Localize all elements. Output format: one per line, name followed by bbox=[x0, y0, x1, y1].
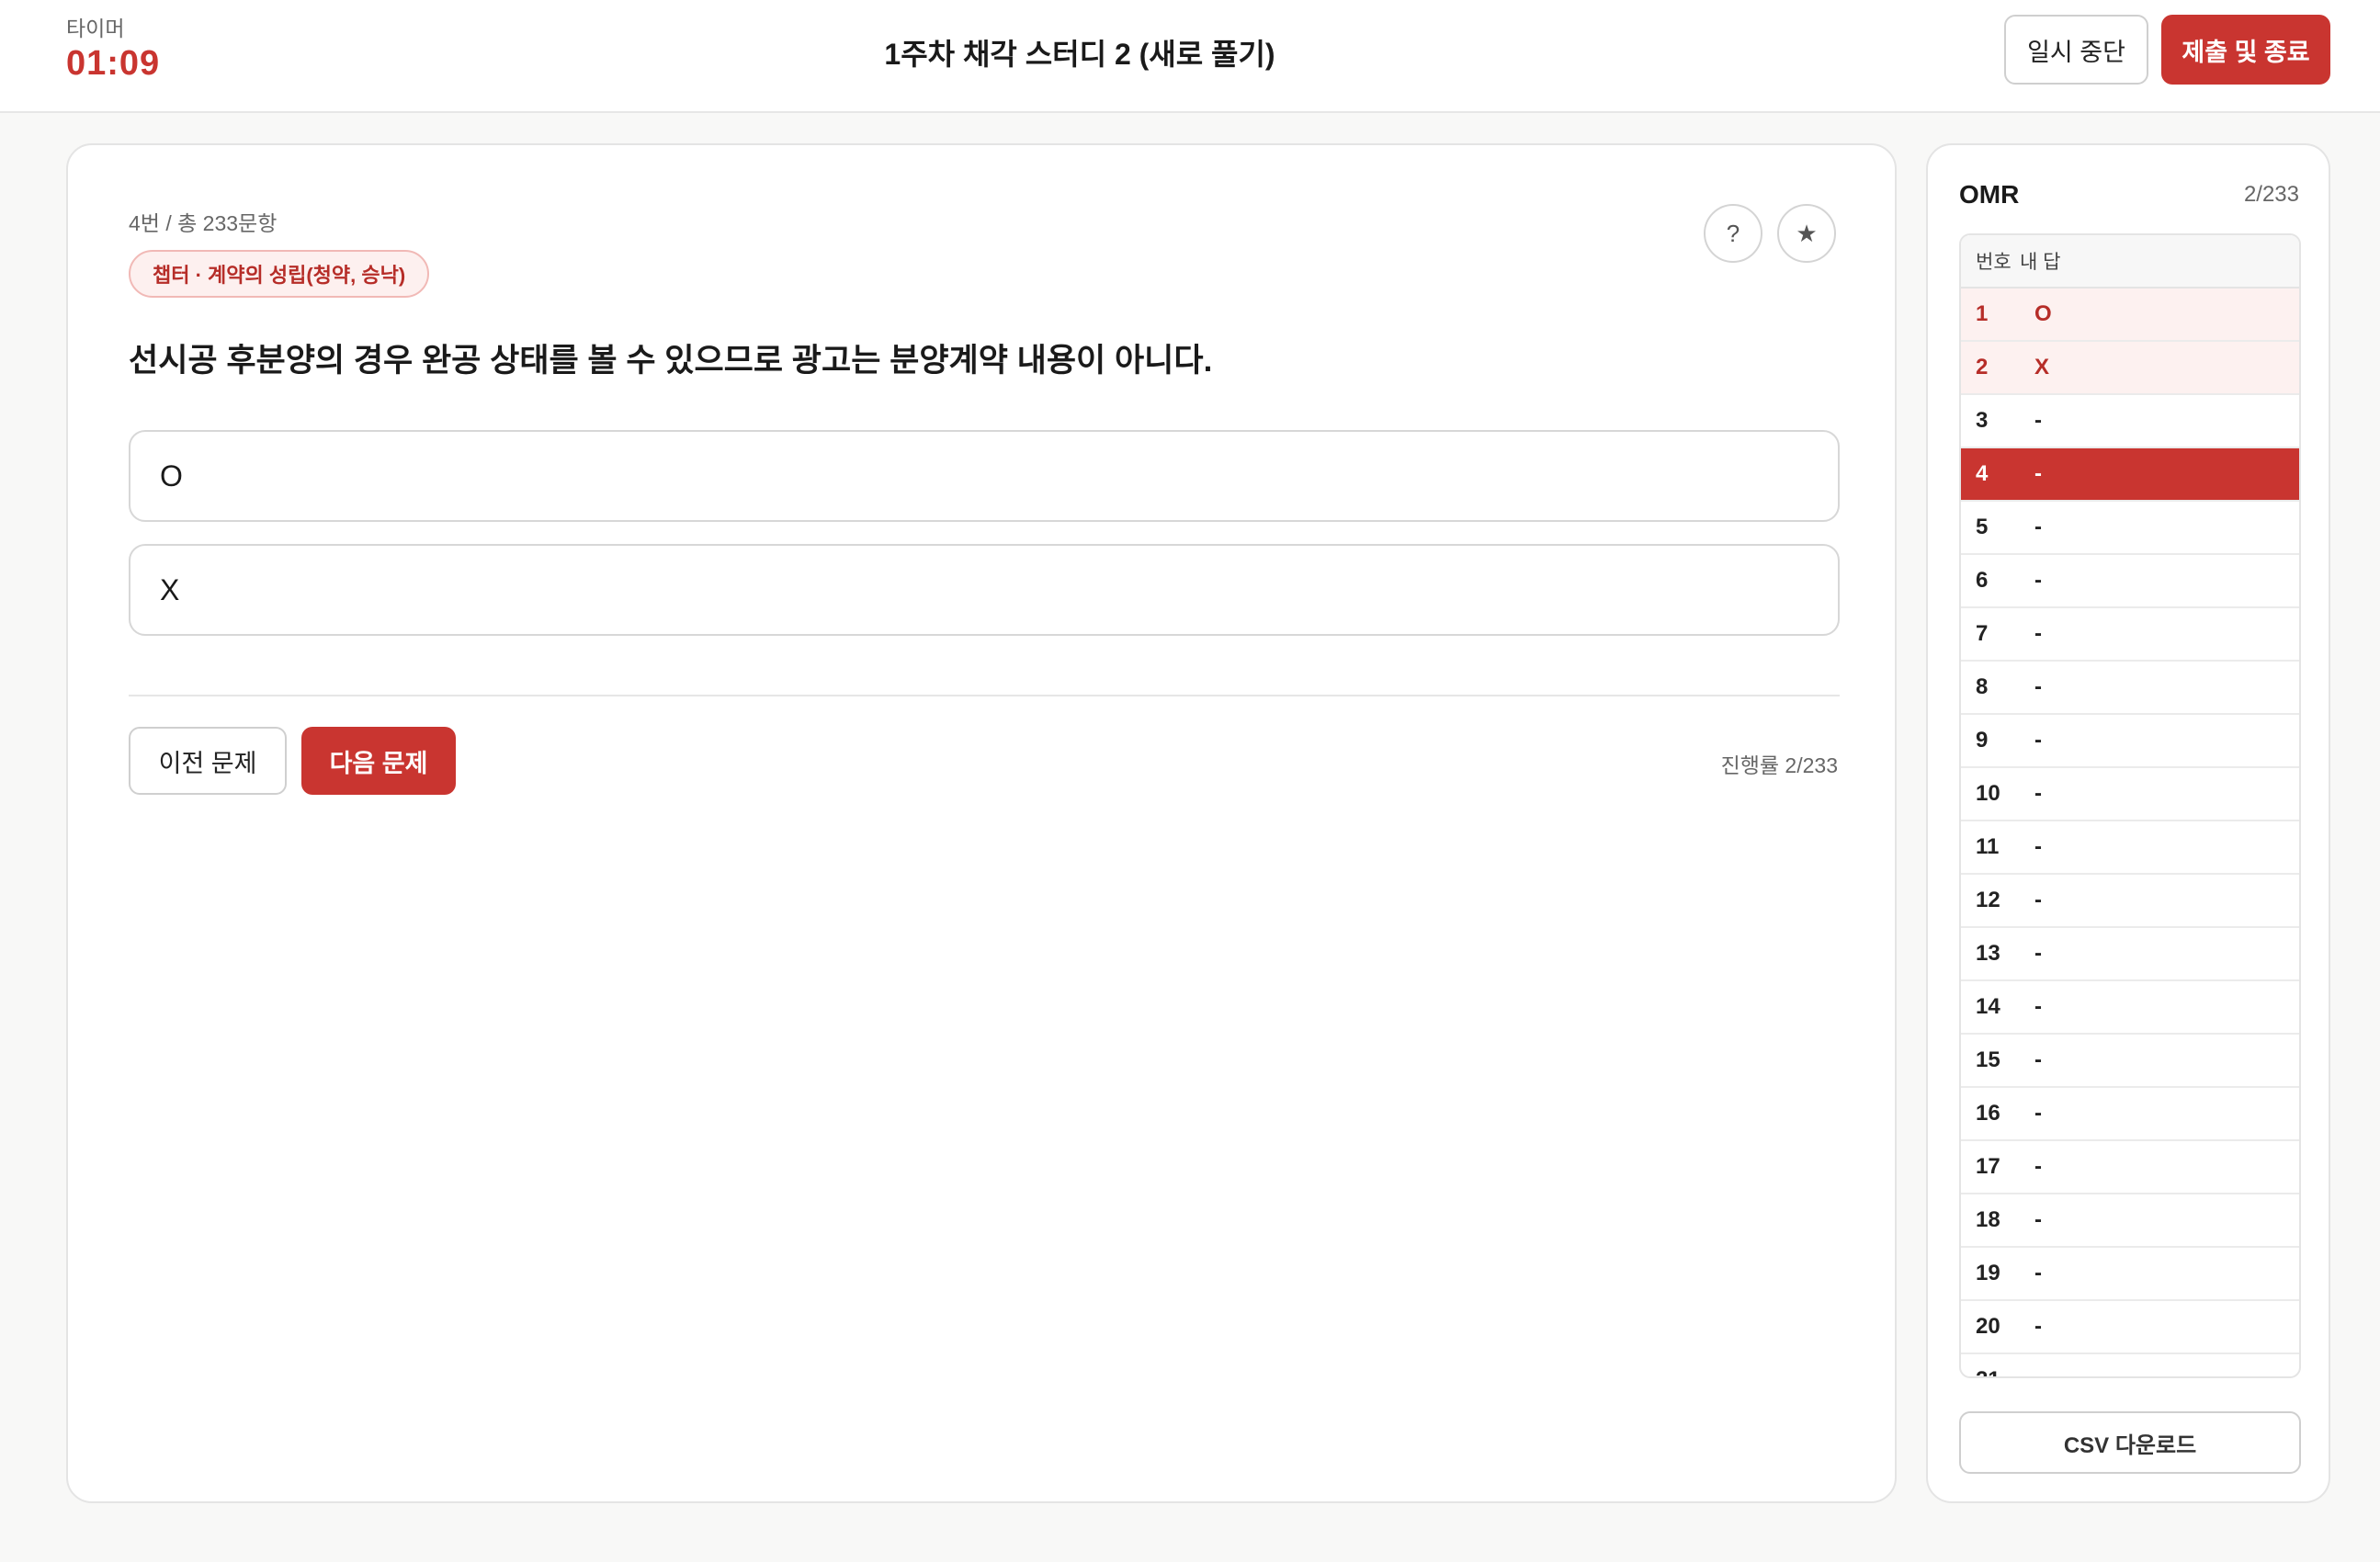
omr-row-number: 14 bbox=[1976, 994, 2000, 1019]
omr-row-number: 6 bbox=[1976, 568, 1989, 593]
omr-row-answer: - bbox=[2034, 834, 2042, 859]
omr-row-number: 16 bbox=[1976, 1101, 2000, 1126]
star-icon[interactable]: ★ bbox=[1777, 204, 1836, 263]
progress-text: 진행률 2/233 bbox=[1720, 753, 1838, 777]
omr-row[interactable]: 10 - bbox=[1961, 768, 2299, 821]
omr-row-answer: - bbox=[2034, 1314, 2042, 1339]
omr-row-answer: - bbox=[2034, 674, 2042, 699]
option-label: O bbox=[160, 458, 183, 492]
omr-row[interactable]: 17 - bbox=[1961, 1141, 2299, 1194]
omr-count: 2/233 bbox=[2243, 182, 2299, 207]
col-number-header: 번호 bbox=[1976, 252, 2012, 273]
omr-row-number: 2 bbox=[1976, 355, 1989, 379]
omr-row-number: 10 bbox=[1976, 781, 2000, 806]
omr-row[interactable]: 1O bbox=[1961, 289, 2299, 342]
omr-row-number: 3 bbox=[1976, 408, 1989, 433]
omr-row-number: 19 bbox=[1976, 1261, 2000, 1285]
omr-row-number: 21 bbox=[1961, 1367, 2034, 1376]
omr-row[interactable]: 21- bbox=[1961, 1354, 2299, 1376]
omr-row-answer: - bbox=[2034, 994, 2042, 1019]
omr-row[interactable]: 3- bbox=[1961, 395, 2299, 448]
omr-row[interactable]: 11 - bbox=[1961, 821, 2299, 875]
omr-row-number: 15 bbox=[1976, 1047, 2000, 1072]
omr-row-number: 18 bbox=[1976, 1207, 2000, 1232]
omr-row[interactable]: 13 - bbox=[1961, 928, 2299, 981]
omr-row-answer: X bbox=[2034, 355, 2050, 379]
omr-row-number: 7 bbox=[1976, 621, 1989, 646]
omr-row[interactable]: 20 - bbox=[1961, 1301, 2299, 1354]
omr-row-answer: - bbox=[2034, 1154, 2042, 1179]
omr-row-number: 17 bbox=[1976, 1154, 2000, 1179]
omr-row[interactable]: 18 - bbox=[1961, 1194, 2299, 1248]
omr-row-answer: - bbox=[2034, 1047, 2042, 1072]
omr-row-number: 11 bbox=[1976, 834, 2000, 859]
omr-title: OMR bbox=[1959, 180, 2020, 209]
omr-row-number: 12 bbox=[1976, 888, 2000, 912]
csv-download-button[interactable]: CSV 다운로드 bbox=[1959, 1411, 2301, 1474]
omr-row-answer: - bbox=[2034, 1261, 2042, 1285]
omr-row-number: 20 bbox=[1976, 1314, 2000, 1339]
omr-row[interactable]: 19 - bbox=[1961, 1248, 2299, 1301]
omr-row[interactable]: 9- bbox=[1961, 715, 2299, 768]
omr-row[interactable]: 4- bbox=[1961, 448, 2299, 502]
omr-row-answer: - bbox=[2034, 568, 2042, 593]
omr-row[interactable]: 2X bbox=[1961, 342, 2299, 395]
omr-row-answer: - bbox=[2034, 408, 2042, 433]
omr-row-number: 9 bbox=[1976, 728, 1989, 753]
help-icon[interactable]: ? bbox=[1704, 204, 1762, 263]
top-bar: 타이머 01:09 1주차 채각 스터디 2 (새로 풀기) 일시 중단 제출 … bbox=[0, 0, 2380, 113]
omr-row-answer: - bbox=[2034, 728, 2042, 753]
omr-row-answer: - bbox=[2034, 461, 2042, 486]
omr-table-header: 번호 내 답 bbox=[1961, 235, 2299, 289]
chapter-tag: 챕터 · 계약의 성립(청약, 승낙) bbox=[129, 250, 430, 298]
prev-question-button[interactable]: 이전 문제 bbox=[129, 727, 287, 795]
omr-row-number: 5 bbox=[1976, 515, 1989, 539]
question-counter: 4번 / 총 233문항 bbox=[129, 211, 278, 235]
omr-row-answer: - bbox=[2034, 1101, 2042, 1126]
question-text: 선시공 후분양의 경우 완공 상태를 볼 수 있으므로 광고는 분양계약 내용이… bbox=[129, 343, 1213, 379]
option-x[interactable]: X bbox=[129, 544, 1840, 636]
next-question-button[interactable]: 다음 문제 bbox=[301, 727, 456, 795]
omr-row[interactable]: 6- bbox=[1961, 555, 2299, 608]
omr-row-number: 4 bbox=[1976, 461, 1989, 486]
omr-row-answer: - bbox=[2034, 1367, 2042, 1376]
omr-row[interactable]: 8- bbox=[1961, 662, 2299, 715]
omr-row-number: 13 bbox=[1976, 941, 2000, 966]
omr-row[interactable]: 15 - bbox=[1961, 1035, 2299, 1088]
omr-row-answer: - bbox=[2034, 941, 2042, 966]
omr-row[interactable]: 16 - bbox=[1961, 1088, 2299, 1141]
omr-rows: 1 O 2 X 3-4-5-6-7-8-9-10-11-12-13-14-15-16-1… bbox=[1961, 289, 2299, 1376]
omr-row-answer: - bbox=[2034, 515, 2042, 539]
question-card: 4번 / 총 233문항 챕터 · 계약의 성립(청약, 승낙) ? ★ 선시공… bbox=[66, 143, 1897, 1503]
omr-row[interactable]: 7- bbox=[1961, 608, 2299, 662]
option-label: X bbox=[160, 572, 180, 606]
divider bbox=[129, 695, 1840, 696]
col-answer-header: 내 답 bbox=[2020, 252, 2061, 273]
omr-row-number: 8 bbox=[1976, 674, 1989, 699]
omr-row[interactable]: 5- bbox=[1961, 502, 2299, 555]
option-o[interactable]: O bbox=[129, 430, 1840, 522]
omr-row-answer: - bbox=[2034, 781, 2042, 806]
omr-row-answer: O bbox=[2034, 301, 2052, 326]
pause-button[interactable]: 일시 중단 bbox=[2004, 15, 2148, 85]
omr-panel: OMR 2/233 번호 내 답 1 O 2 X 3-4-5-6-7-8-9-10-11… bbox=[1926, 143, 2330, 1503]
omr-row-answer: - bbox=[2034, 621, 2042, 646]
omr-row[interactable]: 14 - bbox=[1961, 981, 2299, 1035]
omr-row[interactable]: 12 - bbox=[1961, 875, 2299, 928]
omr-row-answer: - bbox=[2034, 888, 2042, 912]
omr-row-answer: - bbox=[2034, 1207, 2042, 1232]
page-title: 1주차 채각 스터디 2 (새로 풀기) bbox=[884, 38, 1275, 71]
submit-button[interactable]: 제출 및 종료 bbox=[2161, 15, 2330, 85]
omr-table[interactable]: 번호 내 답 1 O 2 X 3-4-5-6-7-8-9-10-11-12-13-14-… bbox=[1959, 233, 2301, 1378]
omr-row-number: 1 bbox=[1976, 301, 1989, 326]
